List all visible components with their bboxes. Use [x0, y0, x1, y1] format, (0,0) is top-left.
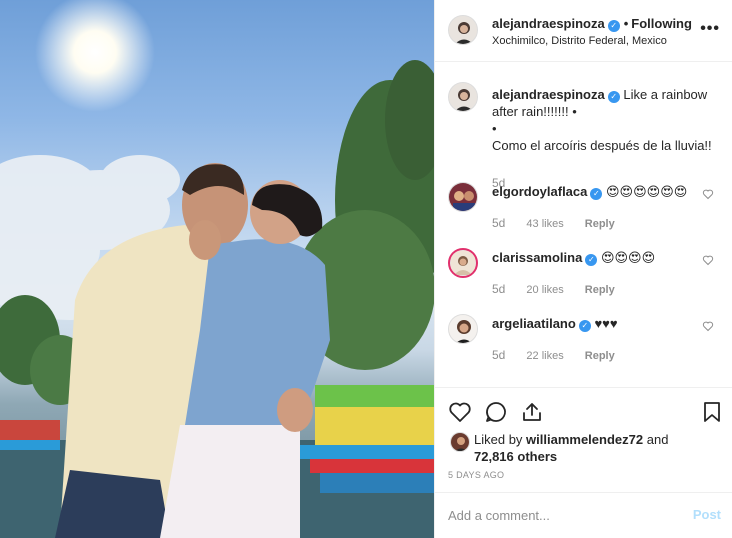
like-comment-heart-icon[interactable]: [702, 254, 714, 266]
comment-line: elgordoylaflaca ✓ 😍😍😍😍😍😍: [492, 184, 687, 200]
comment-icon[interactable]: [484, 400, 508, 424]
liked-by-others-link[interactable]: 72,816 others: [474, 449, 557, 464]
comment-likes[interactable]: 20 likes: [526, 284, 563, 296]
comment-username[interactable]: argeliaatilano: [492, 316, 576, 331]
liked-by-and: and: [646, 432, 669, 447]
share-icon[interactable]: [520, 400, 544, 424]
comment-text: ♥♥♥: [594, 316, 618, 331]
comment-text: 😍😍😍😍: [600, 250, 656, 265]
like-comment-heart-icon[interactable]: [702, 188, 714, 200]
avatar[interactable]: [448, 314, 478, 344]
likes-summary: Liked by williammelendez72 and 72,816 ot…: [448, 430, 728, 470]
bookmark-icon[interactable]: [700, 400, 724, 424]
comment-text: 😍😍😍😍😍😍: [606, 184, 688, 199]
add-comment-input[interactable]: [448, 505, 678, 525]
add-comment-bar: Post: [435, 492, 732, 538]
header-row: alejandraespinoza ✓ • Following: [492, 16, 692, 32]
avatar[interactable]: [450, 432, 470, 452]
post-date[interactable]: 5 DAYS AGO: [448, 470, 504, 480]
comment-item: argeliaatilano ✓ ♥♥♥ 5d 22 likes Reply: [448, 314, 728, 376]
avatar[interactable]: [448, 82, 478, 112]
location-link[interactable]: Xochimilco, Distrito Federal, Mexico: [492, 35, 667, 47]
comment-username[interactable]: elgordoylaflaca: [492, 184, 587, 199]
comment-time[interactable]: 5d: [492, 282, 505, 296]
heart-icon[interactable]: [448, 400, 472, 424]
comment-likes[interactable]: 43 likes: [526, 218, 563, 230]
verified-badge-icon: ✓: [590, 188, 603, 200]
liked-by-text: Liked by williammelendez72 and 72,816 ot…: [474, 431, 704, 465]
liked-by-prefix: Liked by: [474, 432, 523, 447]
comment-time[interactable]: 5d: [492, 348, 505, 362]
username-link[interactable]: alejandraespinoza: [492, 16, 605, 31]
separator: •: [623, 16, 629, 31]
verified-badge-icon: ✓: [578, 320, 591, 332]
like-comment-heart-icon[interactable]: [702, 320, 714, 332]
post-photo[interactable]: [0, 0, 434, 538]
comment-meta: 5d 20 likes Reply: [492, 282, 633, 296]
following-button[interactable]: Following: [631, 16, 692, 31]
comment-meta: 5d 43 likes Reply: [492, 216, 633, 230]
comment-username[interactable]: clarissamolina: [492, 250, 582, 265]
photo-scene: [0, 0, 434, 538]
post-actions: Liked by williammelendez72 and 72,816 ot…: [435, 387, 732, 492]
caption-text: alejandraespinoza ✓ Like a rainbow after …: [492, 86, 712, 154]
sun: [35, 0, 155, 112]
comment-time[interactable]: 5d: [492, 216, 505, 230]
liked-by-user-link[interactable]: williammelendez72: [526, 432, 643, 447]
avatar[interactable]: [448, 248, 478, 278]
comment-item: elgordoylaflaca ✓ 😍😍😍😍😍😍 5d 43 likes Repl…: [448, 182, 728, 244]
reply-button[interactable]: Reply: [585, 218, 615, 230]
caption-username[interactable]: alejandraespinoza: [492, 87, 605, 102]
more-options-icon[interactable]: •••: [700, 20, 720, 38]
post-header: alejandraespinoza ✓ • Following Xochimilco,…: [435, 0, 732, 62]
reply-button[interactable]: Reply: [585, 350, 615, 362]
comment-line: argeliaatilano ✓ ♥♥♥: [492, 316, 618, 332]
verified-badge-icon: ✓: [607, 91, 620, 103]
verified-badge-icon: ✓: [585, 254, 598, 266]
comments-list[interactable]: alejandraespinoza ✓ Like a rainbow after …: [435, 62, 732, 387]
caption-line3: Como el arcoíris después de la lluvia!!: [492, 138, 712, 153]
comment-item: clarissamolina ✓ 😍😍😍😍 5d 20 likes Reply: [448, 248, 728, 310]
verified-badge-icon: ✓: [607, 20, 620, 32]
comment-meta: 5d 22 likes Reply: [492, 348, 633, 362]
post-sidebar: alejandraespinoza ✓ • Following Xochimilco,…: [434, 0, 732, 538]
caption-line2: •: [492, 121, 497, 136]
post-comment-button[interactable]: Post: [693, 507, 721, 522]
avatar[interactable]: [448, 182, 478, 212]
comment-line: clarissamolina ✓ 😍😍😍😍: [492, 250, 655, 266]
comment-likes[interactable]: 22 likes: [526, 350, 563, 362]
reply-button[interactable]: Reply: [585, 284, 615, 296]
avatar[interactable]: [448, 15, 478, 45]
